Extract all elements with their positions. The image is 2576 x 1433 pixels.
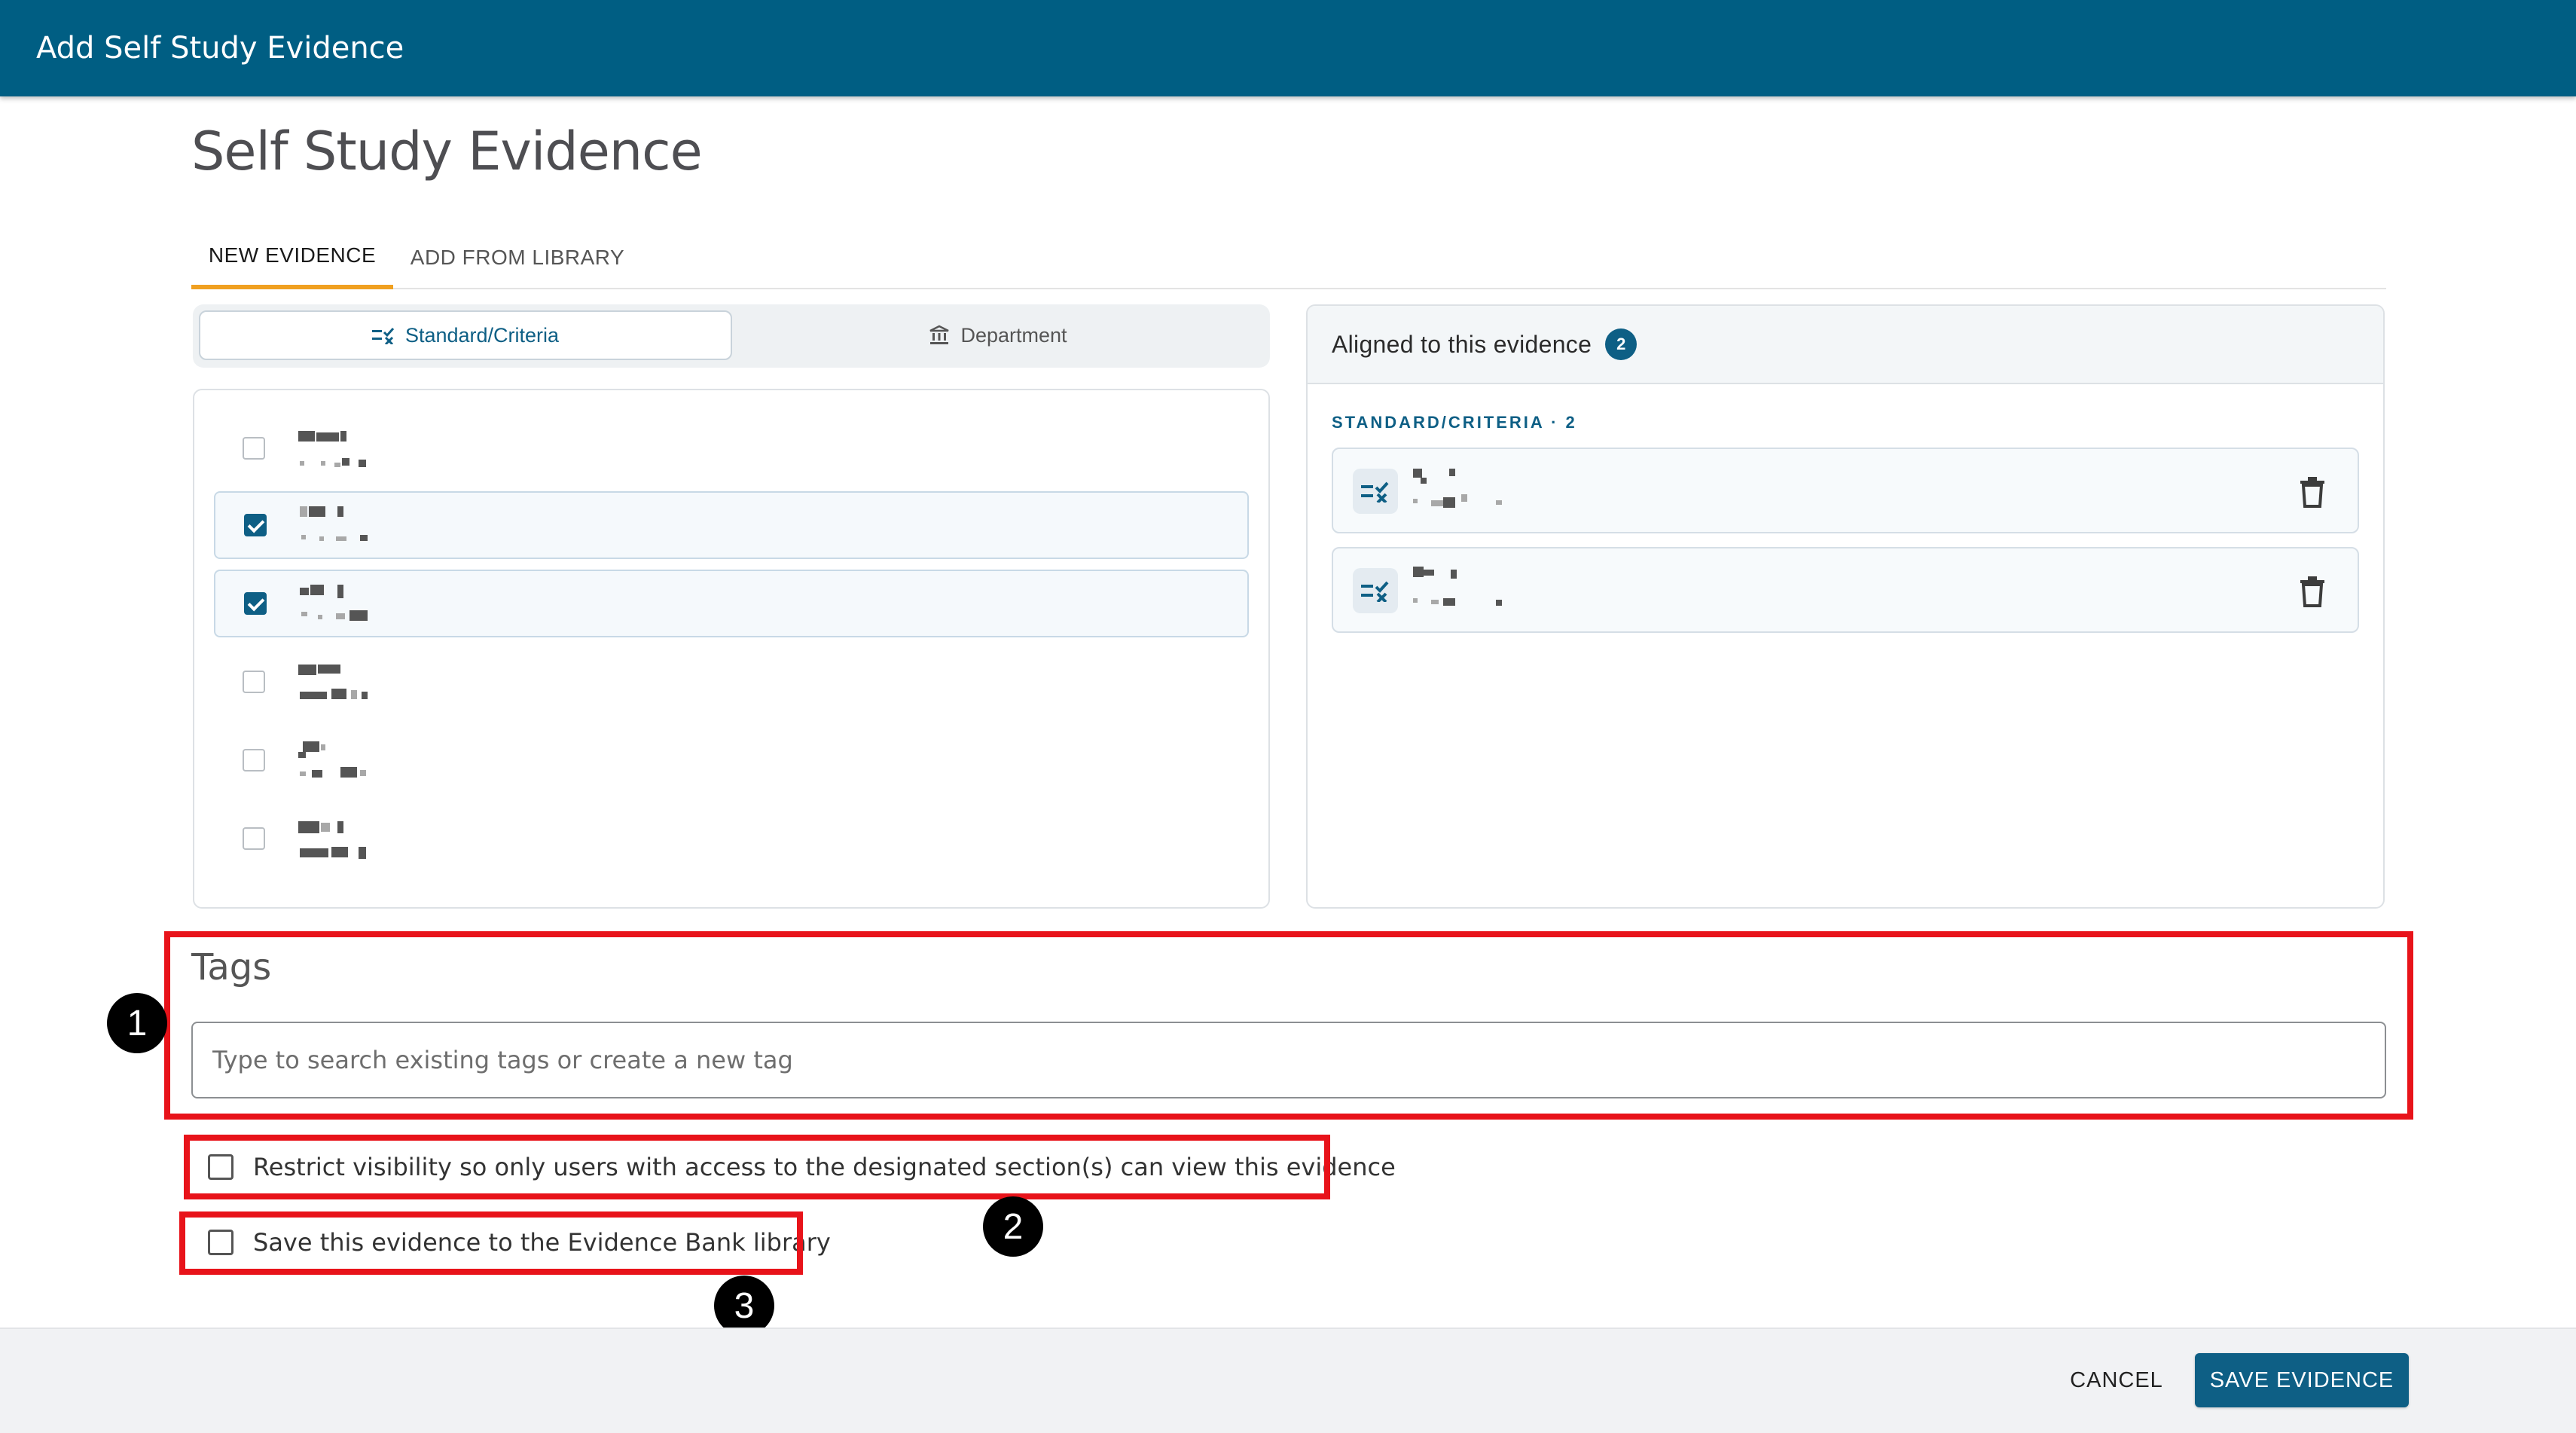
app-header: Add Self Study Evidence — [0, 0, 2576, 96]
annotation-box-restrict — [184, 1135, 1330, 1199]
annotation-box-library — [179, 1211, 803, 1275]
criteria-icon — [371, 328, 395, 344]
institution-icon — [929, 325, 950, 344]
aligned-panel: Aligned to this evidence 2 STANDARD/CRIT… — [1306, 304, 2385, 909]
list-item[interactable] — [214, 491, 1249, 559]
page-title: Self Study Evidence — [191, 121, 703, 182]
cancel-button[interactable]: CANCEL — [2053, 1352, 2180, 1409]
delete-icon[interactable] — [2297, 476, 2327, 508]
tab-add-from-library[interactable]: ADD FROM LIBRARY — [393, 226, 642, 289]
criteria-checkbox[interactable] — [243, 671, 265, 693]
annotation-number-3: 3 — [714, 1276, 774, 1336]
list-item[interactable] — [214, 805, 1249, 872]
tab-new-evidence[interactable]: NEW EVIDENCE — [191, 226, 393, 289]
delete-icon[interactable] — [2297, 576, 2327, 607]
toggle-department-label: Department — [960, 323, 1067, 347]
tab-bar: NEW EVIDENCE ADD FROM LIBRARY — [191, 226, 2386, 289]
list-item[interactable] — [214, 726, 1249, 794]
criteria-checkbox[interactable] — [244, 592, 267, 615]
aligned-card — [1332, 448, 2359, 533]
save-evidence-button[interactable]: SAVE EVIDENCE — [2195, 1353, 2409, 1407]
toggle-standard-criteria[interactable]: Standard/Criteria — [199, 310, 732, 360]
dialog-footer — [0, 1328, 2576, 1433]
list-item[interactable] — [214, 570, 1249, 637]
annotation-number-1: 1 — [107, 993, 167, 1053]
criteria-checkbox[interactable] — [243, 437, 265, 460]
criteria-icon — [1353, 469, 1398, 514]
annotation-number-2: 2 — [983, 1196, 1043, 1257]
aligned-card — [1332, 547, 2359, 633]
toggle-department[interactable]: Department — [732, 310, 1264, 360]
header-title: Add Self Study Evidence — [36, 31, 404, 66]
criteria-list — [193, 389, 1270, 909]
list-item[interactable] — [214, 414, 1249, 482]
criteria-icon — [1353, 568, 1398, 613]
source-toggle: Standard/Criteria Department — [193, 304, 1270, 368]
aligned-count-badge: 2 — [1605, 328, 1637, 360]
toggle-standard-label: Standard/Criteria — [404, 323, 560, 347]
list-item[interactable] — [214, 648, 1249, 716]
criteria-checkbox[interactable] — [243, 827, 265, 850]
criteria-checkbox[interactable] — [244, 514, 267, 536]
aligned-title: Aligned to this evidence — [1332, 330, 1592, 358]
annotation-box-tags — [164, 931, 2413, 1120]
section-label: STANDARD/CRITERIA · 2 — [1332, 413, 1577, 432]
aligned-header: Aligned to this evidence 2 — [1308, 306, 2383, 384]
criteria-checkbox[interactable] — [243, 749, 265, 771]
